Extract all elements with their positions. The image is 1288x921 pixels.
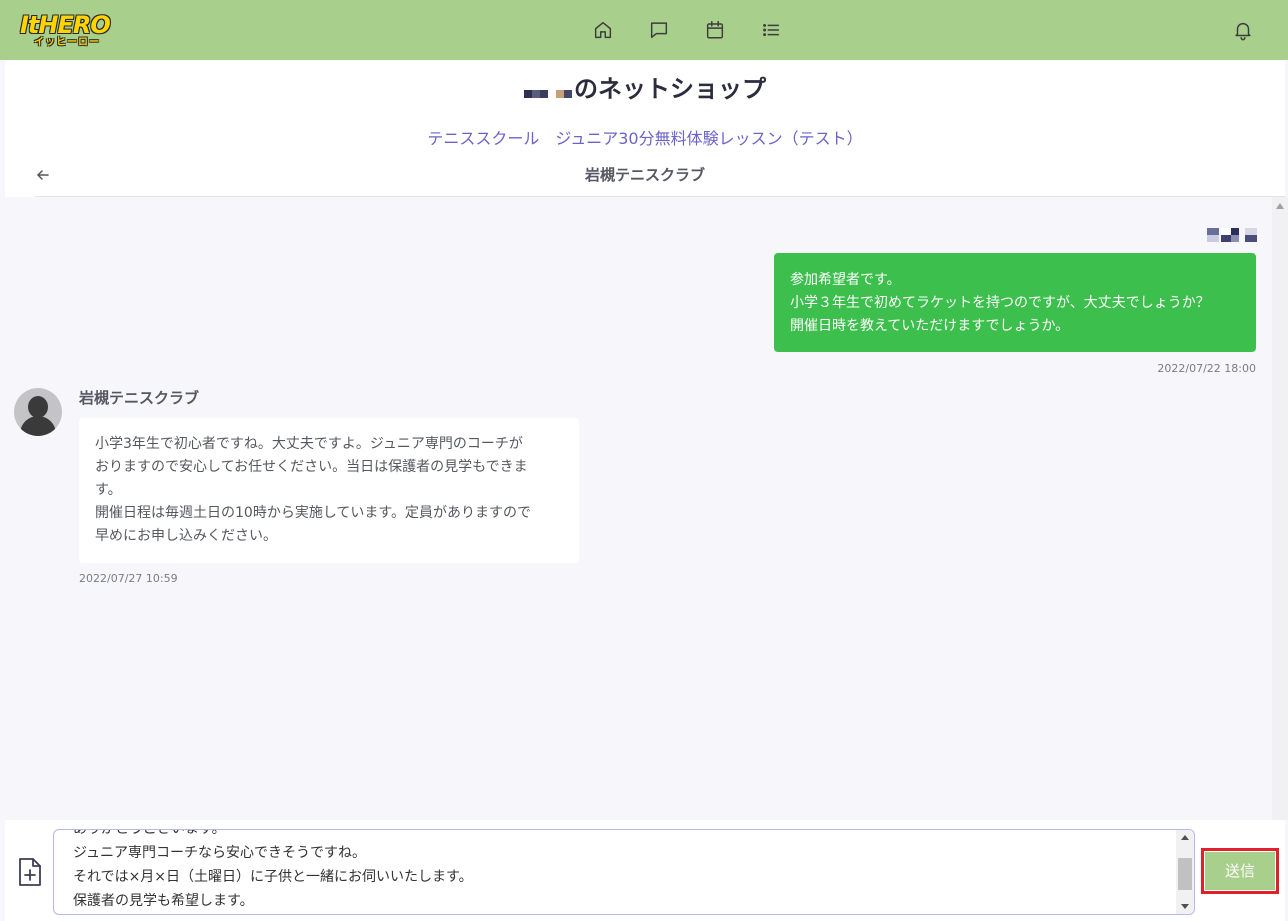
calendar-icon[interactable] [704, 19, 726, 41]
ithero-logo[interactable]: ItHERO イッヒーロー [20, 12, 112, 50]
textarea-scrollbar[interactable] [1176, 830, 1194, 914]
outgoing-timestamp: 2022/07/22 18:00 [1157, 362, 1256, 375]
logo-subtext: イッヒーロー [34, 37, 100, 48]
send-button[interactable]: 送信 [1205, 852, 1275, 890]
scroll-up-arrow-icon[interactable] [1276, 203, 1284, 209]
message-line: おりますので安心してお任せください。当日は保護者の見学もできま [95, 459, 528, 475]
attach-file-icon[interactable] [17, 856, 43, 888]
course-title-link[interactable]: テニススクール ジュニア30分無料体験レッスン（テスト） [5, 128, 1285, 150]
avatar [14, 388, 62, 436]
message-list[interactable]: 参加希望者です。 小学３年生で初めてラケットを持つのですが、大丈夫でしょうか？ … [0, 197, 1288, 820]
textarea-line: 保護者の見学も希望します。 [73, 893, 254, 909]
message-line: 早めにお申し込みください。 [95, 528, 277, 544]
message-line: す。 [95, 482, 122, 498]
incoming-timestamp: 2022/07/27 10:59 [79, 572, 178, 585]
textarea-line: それでは×月×日（土曜日）に子供と一緒にお伺いいたします。 [73, 869, 473, 885]
home-icon[interactable] [592, 19, 614, 41]
message-textarea-content[interactable]: ありがとうございます。ジュニア専門コーチなら安心できそうですね。それでは×月×日… [73, 829, 473, 913]
textarea-scroll-down-icon[interactable] [1181, 904, 1189, 909]
club-name: 岩槻テニスクラブ [584, 166, 705, 184]
message-line: 開催日程は毎週土日の10時から実施しています。定員がありますので [95, 505, 531, 521]
sender-name-mosaic [1207, 228, 1257, 242]
message-line: 開催日時を教えていただけますでしょうか。 [790, 318, 1070, 334]
incoming-sender-name: 岩槻テニスクラブ [79, 389, 200, 407]
bell-icon[interactable] [1232, 19, 1254, 41]
message-line: 小学3年生で初心者ですね。大丈夫ですよ。ジュニア専門のコーチが [95, 436, 523, 452]
message-line: 小学３年生で初めてラケットを持つのですが、大丈夫でしょうか？ [790, 295, 1210, 311]
message-list-scrollbar[interactable] [1272, 197, 1288, 820]
avatar-head [28, 396, 48, 418]
textarea-line: ジュニア専門コーチなら安心できそうですね。 [73, 845, 367, 861]
outgoing-message-bubble: 参加希望者です。 小学３年生で初めてラケットを持つのですが、大丈夫でしょうか？ … [774, 253, 1256, 352]
message-line: 参加希望者です。 [790, 272, 901, 288]
shop-name-mosaic [524, 73, 572, 107]
textarea-line: ありがとうございます。 [73, 829, 226, 837]
textarea-scroll-thumb[interactable] [1178, 858, 1192, 890]
list-icon[interactable] [760, 19, 782, 41]
incoming-message-bubble: 小学3年生で初心者ですね。大丈夫ですよ。ジュニア専門のコーチが おりますので安心… [79, 418, 579, 563]
shop-title: のネットショップ [5, 72, 1285, 107]
message-textarea[interactable]: ありがとうございます。ジュニア専門コーチなら安心できそうですね。それでは×月×日… [53, 829, 1195, 915]
message-composer: ありがとうございます。ジュニア専門コーチなら安心できそうですね。それでは×月×日… [5, 820, 1285, 921]
textarea-scroll-up-icon[interactable] [1181, 835, 1189, 840]
chat-icon[interactable] [648, 19, 670, 41]
shop-name-text: のネットショップ [574, 75, 766, 103]
logo-text: ItHERO [20, 11, 111, 39]
avatar-body [20, 416, 56, 436]
top-nav-bar: ItHERO イッヒーロー [0, 0, 1288, 60]
chat-header: のネットショップ テニススクール ジュニア30分無料体験レッスン（テスト） 岩槻… [5, 60, 1285, 197]
